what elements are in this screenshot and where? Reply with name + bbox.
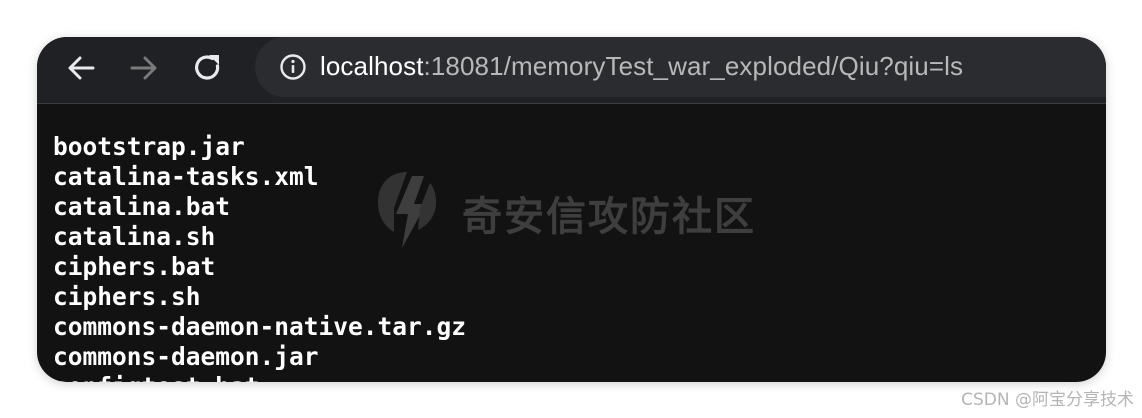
address-bar[interactable]: localhost:18081/memoryTest_war_exploded/… [255,37,1106,97]
url-text[interactable]: localhost:18081/memoryTest_war_exploded/… [320,48,963,84]
back-button[interactable] [58,45,104,91]
list-item: ciphers.bat [53,252,216,281]
list-item: catalina-tasks.xml [53,162,319,191]
url-path: :18081/memoryTest_war_exploded/Qiu?qiu=l… [423,51,964,81]
browser-window: localhost:18081/memoryTest_war_exploded/… [37,37,1106,382]
list-item: catalina.sh [53,222,216,251]
list-item: commons-daemon.jar [53,342,319,371]
url-host: localhost [320,51,424,81]
file-list: bootstrap.jar catalina-tasks.xml catalin… [53,132,466,382]
list-item: bootstrap.jar [53,132,245,161]
forward-arrow-icon [129,53,159,83]
list-item: configtest.bat [53,372,466,382]
list-item: catalina.bat [53,192,231,221]
back-arrow-icon [66,53,96,83]
reload-icon [193,53,223,83]
watermark-text: 奇安信攻防社区 [462,193,756,240]
info-icon[interactable] [275,49,311,85]
list-item: ciphers.sh [53,282,201,311]
browser-toolbar: localhost:18081/memoryTest_war_exploded/… [37,37,1106,104]
reload-button[interactable] [185,45,231,91]
list-item: commons-daemon-native.tar.gz [53,312,467,341]
forward-button[interactable] [121,45,167,91]
page-content: bootstrap.jar catalina-tasks.xml catalin… [37,104,1106,382]
credit-watermark: CSDN @阿宝分享技术 [961,390,1134,410]
